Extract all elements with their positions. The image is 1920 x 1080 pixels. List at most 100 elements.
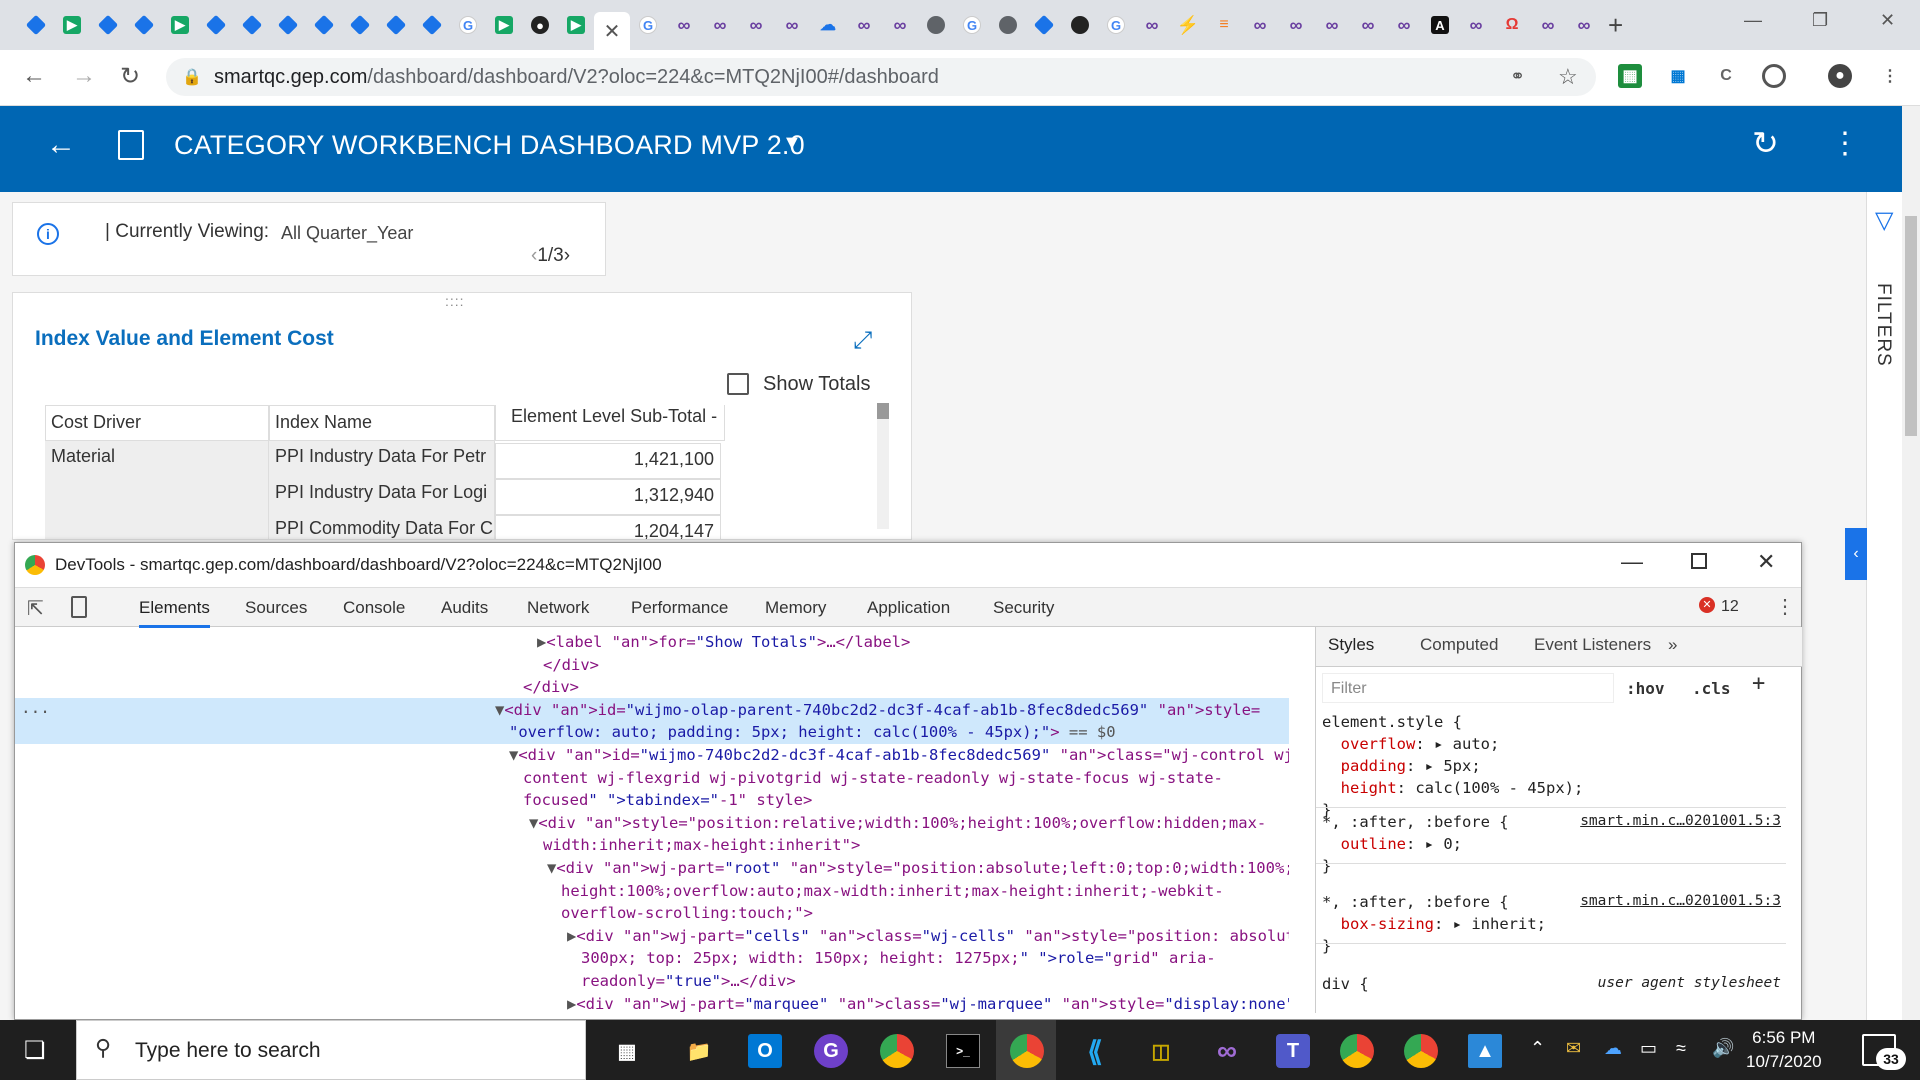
browser-tab[interactable]	[1062, 12, 1098, 38]
address-bar[interactable]: 🔒 smartqc.gep.com/dashboard/dashboard/V2…	[166, 58, 1596, 96]
expand-arrow-icon[interactable]: ▼	[495, 701, 504, 719]
error-icon[interactable]: ✕	[1699, 597, 1715, 613]
browser-tab[interactable]: ▶	[558, 12, 594, 38]
database-tool-icon[interactable]: ◫	[1144, 1034, 1178, 1068]
browser-tab[interactable]	[378, 12, 414, 38]
devtools-minimize-icon[interactable]: —	[1621, 549, 1643, 575]
browser-tab[interactable]: ∞	[774, 12, 810, 38]
chrome-taskbar-icon-3[interactable]	[1404, 1034, 1438, 1068]
visual-studio-icon[interactable]: ∞	[1210, 1034, 1244, 1068]
reload-icon[interactable]: ↻	[120, 62, 140, 91]
browser-tab[interactable]: ☁	[810, 12, 846, 38]
dom-node-line[interactable]: ▼<div "an">style="position:relative;widt…	[529, 812, 1266, 835]
browser-tab[interactable]: ∞	[1242, 12, 1278, 38]
dom-node-line[interactable]: 300px; top: 25px; width: 150px; height: …	[581, 947, 1216, 970]
taskbar-clock[interactable]: 6:56 PM 10/7/2020	[1746, 1026, 1822, 1074]
dom-node-line[interactable]: ▼<div "an">id="wijmo-olap-parent-740bc2d…	[495, 699, 1260, 722]
browser-tab[interactable]: ∞	[666, 12, 702, 38]
dom-node-line[interactable]: content wj-flexgrid wj-pivotgrid wj-stat…	[523, 767, 1223, 790]
grid-scroll-thumb[interactable]	[877, 403, 889, 419]
event-listeners-tab[interactable]: Event Listeners	[1534, 635, 1651, 655]
browser-tab[interactable]	[1026, 12, 1062, 38]
device-toggle-icon[interactable]	[71, 596, 87, 618]
drag-handle-icon[interactable]: ::::	[445, 293, 465, 309]
dom-node-line[interactable]: overflow-scrolling:touch;">	[561, 902, 813, 925]
rule-selector[interactable]: *, :after, :before {	[1322, 893, 1509, 911]
browser-tab[interactable]	[342, 12, 378, 38]
devtools-maximize-icon[interactable]	[1691, 553, 1707, 569]
active-tab[interactable]: ✕	[594, 12, 630, 50]
browser-tab[interactable]: ▶	[486, 12, 522, 38]
browser-tab[interactable]	[270, 12, 306, 38]
battery-icon[interactable]: ▭	[1640, 1038, 1657, 1059]
close-window-icon[interactable]: ✕	[1880, 10, 1895, 31]
styles-filter-input[interactable]: Filter	[1322, 673, 1614, 703]
chrome-taskbar-icon-2[interactable]	[1340, 1034, 1374, 1068]
star-icon[interactable]: ☆	[1558, 64, 1578, 90]
restore-icon[interactable]: ❐	[1812, 10, 1828, 31]
teams-icon[interactable]: T	[1276, 1034, 1310, 1068]
css-value[interactable]: ▸ 0	[1425, 835, 1453, 853]
pivot-grid[interactable]: Cost Driver Index Name Element Level Sub…	[45, 405, 729, 539]
dom-node-line[interactable]: height:100%;overflow:auto;max-width:inhe…	[561, 880, 1224, 903]
filters-sidebar[interactable]: ▽ FILTERS	[1866, 192, 1902, 1080]
browser-tab[interactable]: ∞	[846, 12, 882, 38]
expand-arrow-icon[interactable]: ▼	[529, 814, 538, 832]
browser-tab[interactable]: G	[1098, 12, 1134, 38]
lock-icon[interactable]: 🔒	[182, 67, 202, 87]
column-header-cost-driver[interactable]: Cost Driver	[45, 407, 269, 443]
expand-arrow-icon[interactable]: ▶	[537, 633, 546, 651]
key-icon[interactable]: ⚭	[1510, 66, 1525, 87]
vscode-icon[interactable]: ⟪	[1078, 1034, 1112, 1068]
taskbar-search[interactable]: ⚲ Type here to search	[76, 1020, 586, 1080]
devtools-menu-icon[interactable]: ⋮	[1775, 594, 1795, 619]
browser-tab[interactable]: ∞	[1134, 12, 1170, 38]
url-text[interactable]: smartqc.gep.com/dashboard/dashboard/V2?o…	[214, 66, 939, 89]
close-tab-icon[interactable]: ✕	[604, 19, 621, 44]
dom-node-line[interactable]: ▶<div "an">wj-part="cells" "an">class="w…	[567, 925, 1289, 948]
cls-toggle[interactable]: .cls	[1692, 679, 1731, 698]
file-explorer-icon[interactable]: 📁	[682, 1034, 716, 1068]
css-property[interactable]: box-sizing	[1341, 915, 1434, 933]
css-property[interactable]: padding	[1341, 757, 1406, 775]
extension-sheets-icon[interactable]: ▦	[1618, 64, 1642, 88]
column-header-subtotal[interactable]: Element Level Sub-Total -	[505, 405, 725, 437]
css-property[interactable]: height	[1341, 779, 1397, 797]
browser-tab[interactable]	[126, 12, 162, 38]
computed-tab[interactable]: Computed	[1420, 635, 1498, 655]
expand-arrow-icon[interactable]: ▼	[509, 746, 518, 764]
dom-node-line[interactable]: ▶<div "an">wj-part="marquee" "an">class=…	[567, 993, 1289, 1013]
index-name-cell[interactable]: PPI Industry Data For Petr	[269, 441, 495, 477]
browser-tab[interactable]	[234, 12, 270, 38]
volume-icon[interactable]: 🔊	[1712, 1038, 1734, 1059]
windows-start-icon[interactable]: ❏	[24, 1036, 46, 1065]
browser-tab[interactable]: ≡	[1206, 12, 1242, 38]
tray-chevron-icon[interactable]: ⌃	[1530, 1038, 1545, 1059]
filter-icon[interactable]: ▽	[1875, 206, 1893, 235]
browser-tab[interactable]: ∞	[1386, 12, 1422, 38]
styles-pane[interactable]: Styles Computed Event Listeners » Filter…	[1315, 627, 1802, 1013]
collapse-panel-icon[interactable]: ‹	[1845, 528, 1867, 580]
browser-tab[interactable]	[990, 12, 1026, 38]
devtools-close-icon[interactable]: ✕	[1757, 549, 1775, 575]
browser-tab[interactable]: ∞	[738, 12, 774, 38]
browser-tab[interactable]	[918, 12, 954, 38]
browser-tab[interactable]: ⚡	[1170, 12, 1206, 38]
browser-tab[interactable]: ▶	[54, 12, 90, 38]
css-value[interactable]: calc(100% - 45px)	[1415, 779, 1574, 797]
browser-tab[interactable]: ▶	[162, 12, 198, 38]
dom-node-line[interactable]: readonly="true">…</div>	[581, 970, 796, 993]
grid-scrollbar[interactable]	[877, 403, 889, 529]
show-totals-checkbox[interactable]	[727, 373, 749, 395]
forward-icon[interactable]: →	[72, 62, 96, 90]
browser-tab[interactable]	[306, 12, 342, 38]
browser-tab[interactable]: G	[954, 12, 990, 38]
tab-audits[interactable]: Audits	[441, 598, 488, 618]
browser-tab[interactable]	[198, 12, 234, 38]
tab-network[interactable]: Network	[527, 598, 589, 618]
css-value[interactable]: ▸ auto	[1434, 735, 1490, 753]
browser-tab[interactable]: ∞	[1530, 12, 1566, 38]
css-value[interactable]: ▸ 5px	[1425, 757, 1472, 775]
style-rule[interactable]: *, :after, :before { outline: ▸ 0; }	[1322, 811, 1509, 877]
expand-icon[interactable]: ⤢	[853, 327, 872, 355]
